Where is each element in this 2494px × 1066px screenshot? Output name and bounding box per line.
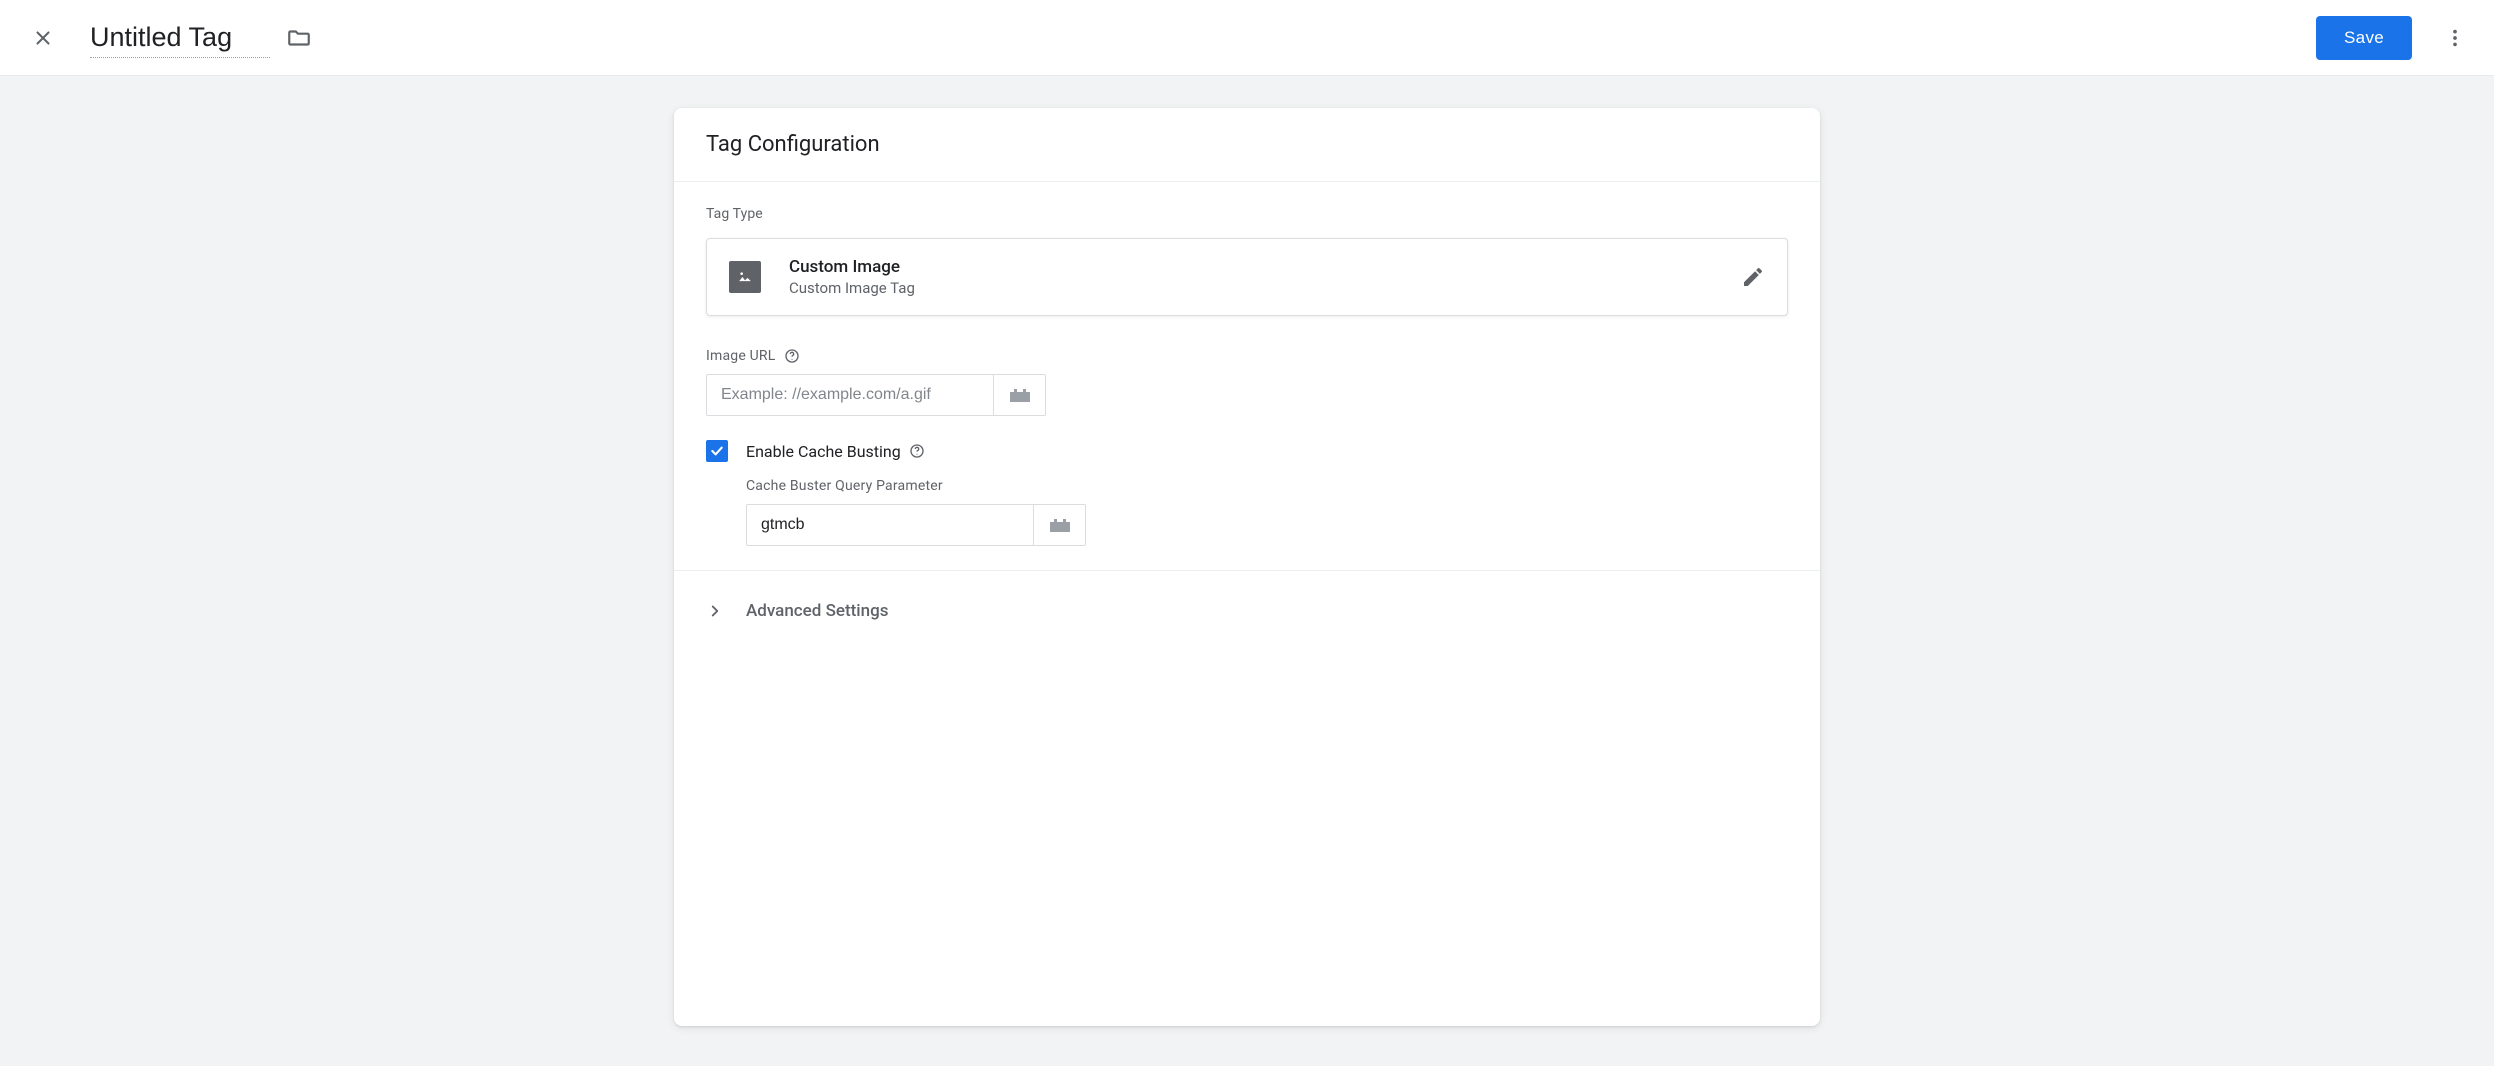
- image-url-variable-button[interactable]: [994, 374, 1046, 416]
- tag-type-selector[interactable]: Custom Image Custom Image Tag: [706, 238, 1788, 316]
- cache-busting-field: Enable Cache Busting Cache Buster Query …: [706, 440, 1788, 546]
- help-icon: [909, 443, 925, 459]
- close-icon: [32, 27, 54, 49]
- image-url-help[interactable]: [784, 348, 800, 364]
- advanced-settings-toggle[interactable]: Advanced Settings: [674, 579, 1820, 643]
- card-title: Tag Configuration: [674, 108, 1820, 182]
- cache-busting-help[interactable]: [909, 443, 925, 459]
- help-icon: [784, 348, 800, 364]
- image-url-field: Image URL: [706, 348, 1788, 416]
- tag-type-label: Tag Type: [706, 206, 1788, 222]
- cache-buster-variable-button[interactable]: [1034, 504, 1086, 546]
- edit-tag-type-button[interactable]: [1741, 265, 1765, 289]
- overflow-menu-button[interactable]: [2436, 19, 2474, 57]
- cache-buster-param-field: Cache Buster Query Parameter: [746, 478, 1788, 546]
- workspace: Tag Configuration Tag Type Custom Image …: [0, 76, 2494, 1066]
- image-icon: [729, 261, 761, 293]
- more-vert-icon: [2444, 27, 2466, 49]
- topbar: Save: [0, 0, 2494, 76]
- image-url-input[interactable]: [706, 374, 994, 416]
- divider: [674, 570, 1820, 571]
- enable-cache-busting-label: Enable Cache Busting: [746, 442, 901, 461]
- close-button[interactable]: [24, 19, 62, 57]
- chevron-right-icon: [706, 602, 724, 620]
- image-url-label: Image URL: [706, 348, 776, 364]
- tag-type-text: Custom Image Custom Image Tag: [789, 257, 1741, 297]
- variable-brick-icon: [1048, 516, 1072, 534]
- tag-name-input[interactable]: [90, 18, 270, 58]
- variable-brick-icon: [1008, 386, 1032, 404]
- tag-type-title: Custom Image: [789, 257, 1741, 277]
- folder-button[interactable]: [286, 25, 312, 51]
- cache-buster-param-label: Cache Buster Query Parameter: [746, 478, 1788, 494]
- pencil-icon: [1741, 265, 1765, 289]
- tag-configuration-card: Tag Configuration Tag Type Custom Image …: [674, 108, 1820, 1026]
- tag-type-subtitle: Custom Image Tag: [789, 279, 1741, 297]
- folder-icon: [286, 25, 312, 51]
- enable-cache-busting-checkbox[interactable]: [706, 440, 728, 462]
- cache-buster-param-input[interactable]: [746, 504, 1034, 546]
- advanced-settings-label: Advanced Settings: [746, 601, 888, 621]
- check-icon: [709, 443, 725, 459]
- save-button[interactable]: Save: [2316, 16, 2412, 60]
